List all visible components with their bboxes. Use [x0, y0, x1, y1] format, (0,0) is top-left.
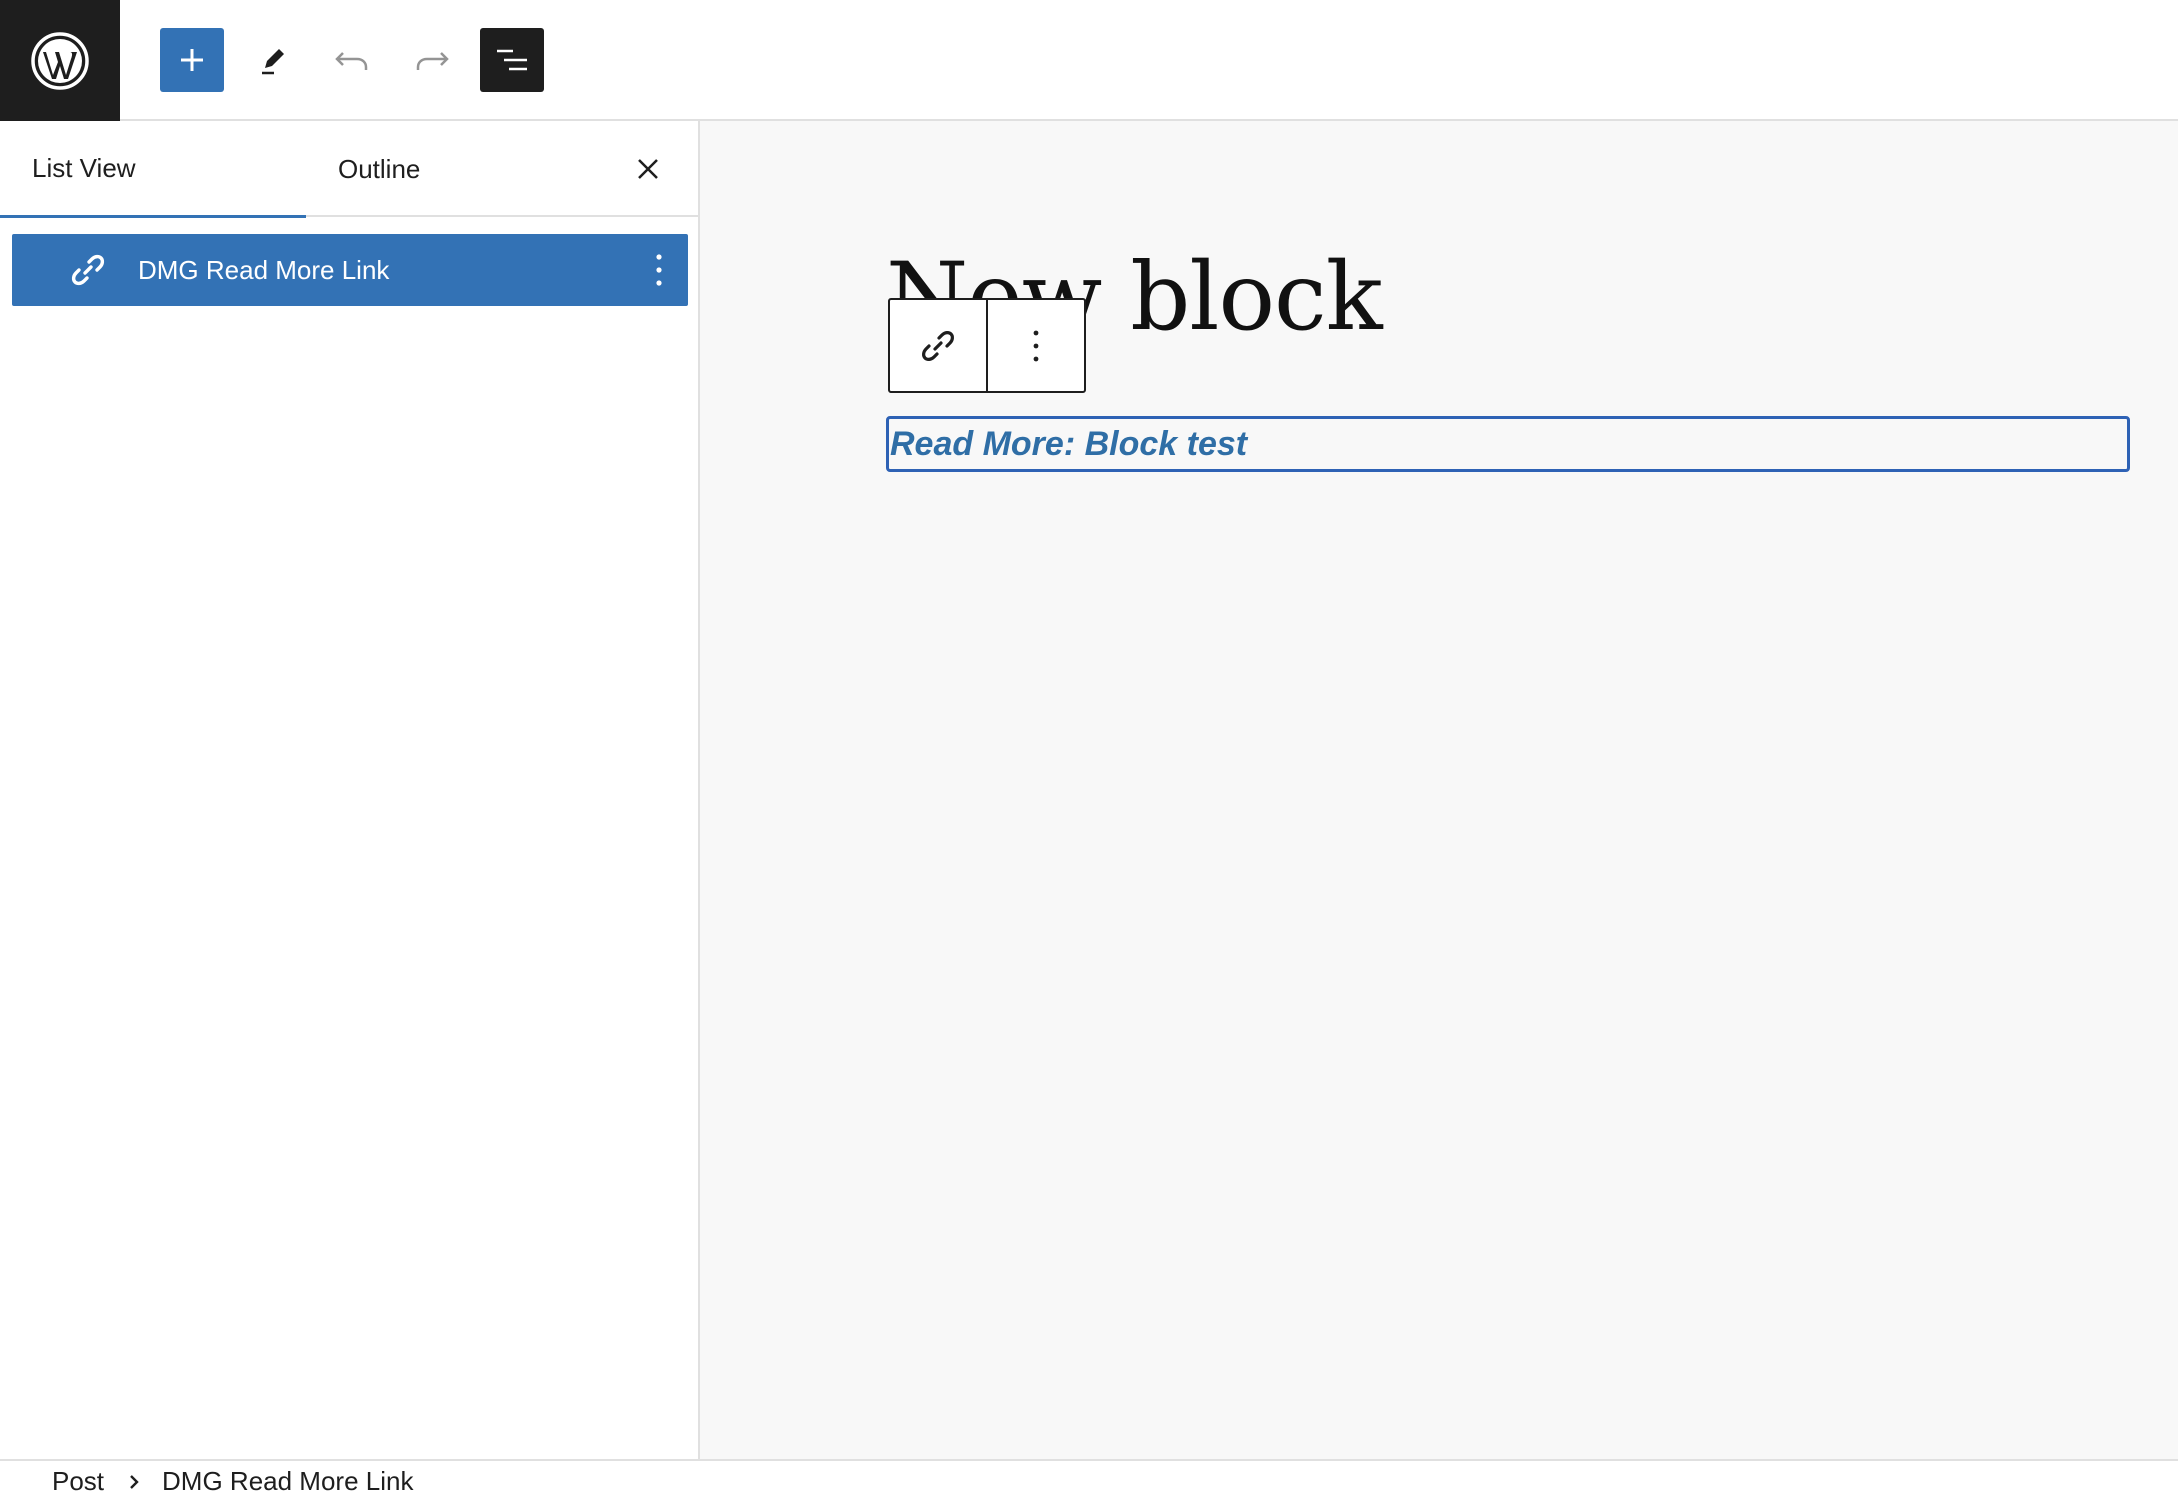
pencil-icon	[262, 49, 284, 75]
editor-canvas[interactable]: New block Read More: Block test	[700, 121, 2178, 1459]
close-icon	[638, 159, 658, 179]
add-block-button[interactable]	[160, 28, 224, 92]
wordpress-logo-icon[interactable]	[0, 0, 120, 121]
breadcrumb: Post DMG Read More Link	[52, 1461, 413, 1502]
redo-button[interactable]	[400, 28, 464, 92]
list-view-sidebar: List View Outline DMG Read More Link	[0, 121, 700, 1459]
breadcrumb-current-block: DMG Read More Link	[162, 1466, 414, 1496]
link-icon	[922, 330, 954, 361]
chevron-right-icon	[128, 1473, 140, 1491]
link-icon	[68, 250, 108, 290]
close-sidebar-button[interactable]	[624, 145, 672, 193]
block-toolbar	[888, 298, 1086, 393]
breadcrumb-post[interactable]: Post	[52, 1466, 104, 1497]
read-more-link[interactable]: Read More: Block test	[890, 425, 1247, 464]
list-item-label: DMG Read More Link	[138, 255, 390, 285]
more-vertical-icon	[1033, 330, 1039, 361]
block-type-button[interactable]	[890, 300, 988, 391]
sidebar-tabs: List View Outline	[0, 121, 698, 218]
tab-label: Outline	[338, 153, 421, 184]
undo-icon	[335, 52, 368, 70]
list-view-item-dmg-read-more-link[interactable]: DMG Read More Link	[12, 234, 688, 306]
tools-button[interactable]	[241, 28, 305, 92]
block-options-button[interactable]	[988, 300, 1084, 391]
list-view-icon	[497, 49, 527, 71]
dmg-read-more-block[interactable]: Read More: Block test	[886, 416, 2130, 472]
redo-icon	[416, 52, 449, 70]
tab-outline[interactable]: Outline	[306, 121, 612, 217]
block-breadcrumb-bar: Post DMG Read More Link	[0, 1459, 2178, 1500]
tab-list-view[interactable]: List View	[0, 121, 306, 218]
undo-button[interactable]	[320, 28, 384, 92]
plus-icon	[181, 49, 203, 71]
tab-label: List View	[32, 152, 136, 183]
more-vertical-icon[interactable]	[644, 248, 674, 292]
document-overview-button[interactable]	[480, 28, 544, 92]
editor-header	[0, 0, 2178, 121]
